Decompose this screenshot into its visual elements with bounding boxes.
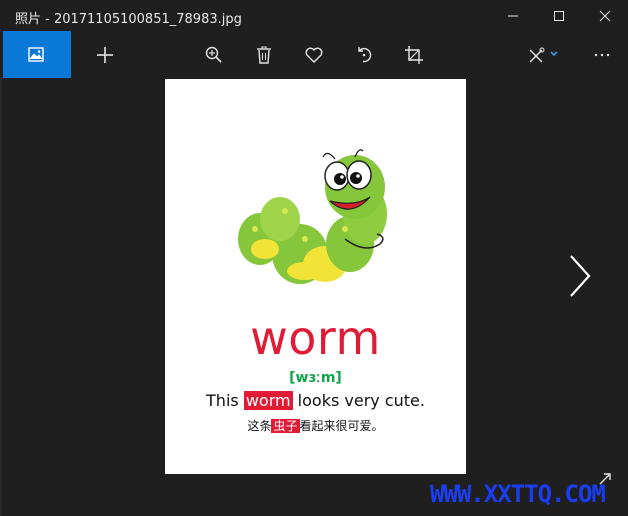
sentence-highlight: worm xyxy=(243,391,293,410)
edit-draw-icon xyxy=(529,47,558,62)
photos-icon xyxy=(28,46,44,62)
crop-icon xyxy=(405,45,423,64)
cn-part: 这条 xyxy=(247,419,272,433)
rotate-button[interactable] xyxy=(342,31,386,78)
title-bar: 照片 - 20171105100851_78983.jpg xyxy=(0,0,628,31)
cn-part: 看起来很可爱。 xyxy=(299,419,384,433)
window-title: 照片 - 20171105100851_78983.jpg xyxy=(15,12,242,27)
more-button[interactable] xyxy=(580,31,624,78)
more-icon xyxy=(594,53,610,56)
sentence-part: This xyxy=(206,391,244,410)
add-icon xyxy=(97,46,113,63)
edit-draw-button[interactable] xyxy=(520,31,568,78)
photo-image: worm [wɜːm] This worm looks very cute. 这… xyxy=(165,79,466,474)
toolbar xyxy=(0,31,628,78)
zoom-in-icon xyxy=(205,46,222,63)
chinese-sentence: 这条 虫子 看起来很可爱。 xyxy=(165,417,466,434)
delete-icon xyxy=(257,46,271,64)
delete-button[interactable] xyxy=(242,31,286,78)
minimize-button[interactable] xyxy=(490,0,536,31)
phonetic-text: [wɜːm] xyxy=(289,370,342,386)
minimize-icon xyxy=(508,15,518,16)
crop-button[interactable] xyxy=(392,31,436,78)
photos-button[interactable] xyxy=(3,31,71,78)
window-edge xyxy=(0,78,2,516)
word-heading: worm xyxy=(250,311,381,365)
close-icon xyxy=(599,10,611,21)
cn-highlight: 虫子 xyxy=(271,419,300,433)
add-button[interactable] xyxy=(83,31,127,78)
favorite-icon xyxy=(305,47,323,63)
close-button[interactable] xyxy=(582,0,628,31)
worm-illustration xyxy=(238,149,387,284)
maximize-icon xyxy=(554,10,564,21)
watermark-text: WWW.XXTTQ.COM xyxy=(430,480,606,508)
favorite-button[interactable] xyxy=(292,31,336,78)
example-sentence: This worm looks very cute. xyxy=(165,391,466,410)
maximize-button[interactable] xyxy=(536,0,582,31)
rotate-icon xyxy=(358,46,372,62)
sentence-part: looks very cute. xyxy=(292,391,425,410)
zoom-button[interactable] xyxy=(192,31,236,78)
next-photo-button[interactable] xyxy=(563,252,599,300)
chevron-right-icon xyxy=(570,255,591,297)
